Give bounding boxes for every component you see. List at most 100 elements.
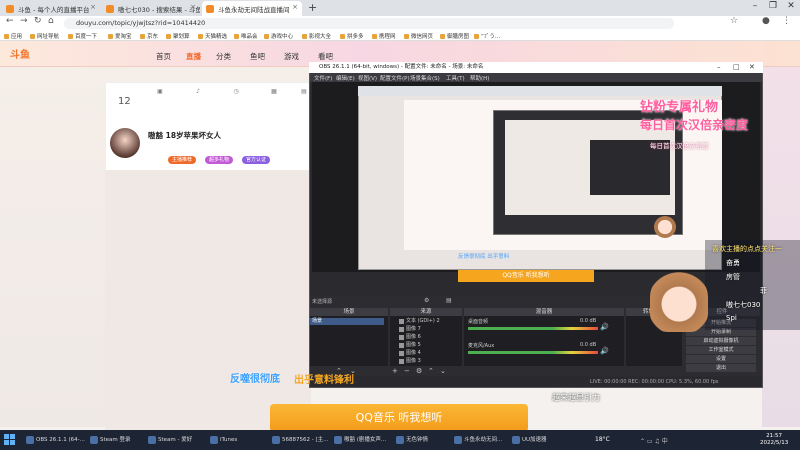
taskbar-item[interactable]: Steam 登录 bbox=[88, 433, 140, 447]
bookmark-item[interactable]: 京东 bbox=[140, 32, 158, 40]
menu-tools[interactable]: 工具(T) bbox=[446, 74, 465, 82]
taskbar-item[interactable]: UU加速器 bbox=[510, 433, 556, 447]
close-icon[interactable]: ✕ bbox=[749, 62, 755, 73]
speaker-icon[interactable]: 🔊 bbox=[600, 323, 609, 331]
close-window-icon[interactable]: ✕ bbox=[784, 1, 798, 11]
weather-text[interactable]: 18°C bbox=[595, 436, 610, 443]
source-row[interactable]: 图像 6 bbox=[398, 334, 460, 341]
home-icon[interactable]: ⌂ bbox=[48, 16, 54, 26]
bookmark-item[interactable]: 拼多多 bbox=[340, 32, 364, 40]
stat-icon[interactable]: ▦ bbox=[262, 88, 286, 95]
move-down-icon[interactable]: ⌄ bbox=[440, 367, 446, 375]
menu-view[interactable]: 视图(V) bbox=[358, 74, 377, 82]
menu-edit[interactable]: 编辑(E) bbox=[336, 74, 355, 82]
bookmark-item[interactable]: 爱淘宝 bbox=[108, 32, 132, 40]
reload-icon[interactable]: ↻ bbox=[34, 16, 42, 26]
obs-menubar: 文件(F) 编辑(E) 视图(V) 配置文件(P) 场景集合(S) 工具(T) … bbox=[310, 73, 762, 82]
taskbar-item[interactable]: 斗鱼永劫无间... bbox=[452, 433, 508, 447]
chat-line: 菲 bbox=[760, 287, 767, 295]
bookmark-item[interactable]: 网址导航 bbox=[30, 32, 59, 40]
room-chip[interactable]: 官方认证 bbox=[242, 156, 271, 164]
windows-start-icon[interactable] bbox=[4, 434, 16, 446]
taskbar-item[interactable]: 无色钟情 bbox=[394, 433, 444, 447]
add-source-icon[interactable]: + bbox=[392, 367, 398, 375]
speaker-icon[interactable]: 🔊 bbox=[600, 347, 609, 355]
source-row[interactable]: 文本 (GDI+) 2 bbox=[398, 318, 460, 325]
chat-line: 喜欢主播的点点关注一 bbox=[712, 245, 782, 253]
settings-gear-icon[interactable]: ⚙ bbox=[416, 367, 422, 375]
profile-icon[interactable]: ● bbox=[762, 16, 770, 26]
bookmark-item[interactable]: 天猫精选 bbox=[198, 32, 227, 40]
douyu-logo[interactable]: 斗鱼 bbox=[10, 46, 44, 62]
nav-games[interactable]: 游戏 bbox=[284, 51, 299, 62]
menu-profile[interactable]: 配置文件(P) bbox=[380, 74, 410, 82]
preview-banner: 反馈很彻底 出乎意料 bbox=[458, 254, 510, 260]
source-row[interactable]: 图像 5 bbox=[398, 342, 460, 349]
bookmark-item[interactable]: 聚划算 bbox=[166, 32, 190, 40]
minimize-icon[interactable]: – bbox=[748, 1, 762, 11]
nav-fishbar[interactable]: 鱼吧 bbox=[250, 51, 265, 62]
browser-tab-2[interactable]: 嗷七七030 - 搜索结果 - 斗鱼直播 × bbox=[102, 1, 200, 16]
taskbar-item[interactable]: OBS 26.1.1 (64-... bbox=[24, 433, 85, 447]
source-row[interactable]: 图像 4 bbox=[398, 350, 460, 357]
bookmark-item[interactable]: 御膳房图 bbox=[440, 32, 469, 40]
taskbar-clock[interactable]: 21:57 2022/5/13 bbox=[760, 433, 788, 447]
browser-tab-bar: 斗鱼 - 每个人的直播平台 × 嗷七七030 - 搜索结果 - 斗鱼直播 × 斗… bbox=[0, 0, 800, 16]
star-icon[interactable]: ☆ bbox=[730, 16, 738, 26]
taskbar-item[interactable]: Steam - 爱好 bbox=[146, 433, 202, 447]
minimize-icon[interactable]: – bbox=[717, 62, 721, 73]
menu-file[interactable]: 文件(F) bbox=[314, 74, 332, 82]
bookmark-item[interactable]: 微信网页 bbox=[404, 32, 433, 40]
nav-category[interactable]: 分类 bbox=[216, 51, 231, 62]
streamer-name[interactable]: 嗷豁 18岁苹果坏女人 bbox=[148, 130, 221, 141]
back-icon[interactable]: ← bbox=[6, 16, 14, 26]
room-chip[interactable]: 主播推荐 bbox=[168, 156, 197, 164]
system-tray-icons[interactable]: ⌃ ▭ ♫ 中 bbox=[640, 436, 668, 445]
settings-button[interactable]: 设置 bbox=[686, 355, 756, 363]
new-tab-button[interactable]: + bbox=[308, 1, 317, 14]
taskbar-item[interactable]: iTunes bbox=[208, 433, 258, 447]
streamer-avatar[interactable] bbox=[110, 128, 140, 158]
bookmark-item[interactable]: 唯品会 bbox=[234, 32, 258, 40]
gear-icon[interactable]: ⚙ bbox=[424, 297, 429, 304]
source-row[interactable]: 图像 3 bbox=[398, 358, 460, 365]
filter-icon[interactable]: ▤ bbox=[446, 297, 452, 304]
browser-tab-3[interactable]: 斗鱼永劫无间陆战直播间 × bbox=[202, 1, 302, 16]
studio-mode-button[interactable]: 工作室模式 bbox=[686, 346, 756, 354]
move-up-icon[interactable]: ⌃ bbox=[428, 367, 434, 375]
url-input[interactable]: douyu.com/topic/yjwjtsz?rid=10414420 bbox=[64, 18, 674, 29]
chat-line: Spi bbox=[726, 314, 737, 322]
bookmark-item[interactable]: 影视大全 bbox=[302, 32, 331, 40]
menu-scene-collection[interactable]: 场景集合(S) bbox=[410, 74, 440, 82]
stat-icon[interactable]: ▣ bbox=[148, 88, 172, 95]
bookmark-item[interactable]: 携程网 bbox=[372, 32, 396, 40]
mascot-avatar bbox=[650, 270, 708, 332]
stat-icon[interactable]: ♪ bbox=[186, 88, 210, 95]
close-tab-icon[interactable]: × bbox=[90, 3, 96, 11]
taskbar-item[interactable]: 56887562 - [主... bbox=[270, 433, 328, 447]
nav-home[interactable]: 首页 bbox=[156, 51, 171, 62]
source-row[interactable]: 图像 7 bbox=[398, 326, 460, 333]
nav-watch[interactable]: 看吧 bbox=[318, 51, 333, 62]
bookmark-item[interactable]: “ﾌﾞう... bbox=[474, 32, 500, 40]
maximize-icon[interactable]: ❐ bbox=[766, 1, 780, 11]
bookmark-item[interactable]: 百度一下 bbox=[68, 32, 97, 40]
menu-icon[interactable]: ⋮ bbox=[782, 16, 791, 26]
remove-source-icon[interactable]: − bbox=[404, 367, 410, 375]
room-chip[interactable]: 超多礼物 bbox=[205, 156, 234, 164]
maximize-icon[interactable]: □ bbox=[733, 62, 740, 73]
exit-button[interactable]: 退出 bbox=[686, 364, 756, 372]
browser-tab-1[interactable]: 斗鱼 - 每个人的直播平台 × bbox=[2, 1, 100, 16]
taskbar-item[interactable]: 嗷豁 (剧播女声... bbox=[332, 433, 390, 447]
nav-live[interactable]: 直播 bbox=[186, 51, 201, 62]
stat-icon[interactable]: ◷ bbox=[224, 88, 248, 95]
scene-item[interactable]: 场景 bbox=[309, 318, 384, 325]
bookmark-item[interactable]: 游戏中心 bbox=[264, 32, 293, 40]
obs-status-text: LIVE: 00:00:00 REC: 00:00:00 CPU: 5.3%, … bbox=[590, 379, 719, 385]
forward-icon[interactable]: → bbox=[20, 16, 28, 26]
virtual-camera-button[interactable]: 启动虚拟摄像机 bbox=[686, 337, 756, 345]
close-tab-icon[interactable]: × bbox=[292, 3, 298, 11]
menu-help[interactable]: 帮助(H) bbox=[470, 74, 489, 82]
close-tab-icon[interactable]: × bbox=[190, 3, 196, 11]
bookmark-item[interactable]: 应用 bbox=[4, 32, 22, 40]
